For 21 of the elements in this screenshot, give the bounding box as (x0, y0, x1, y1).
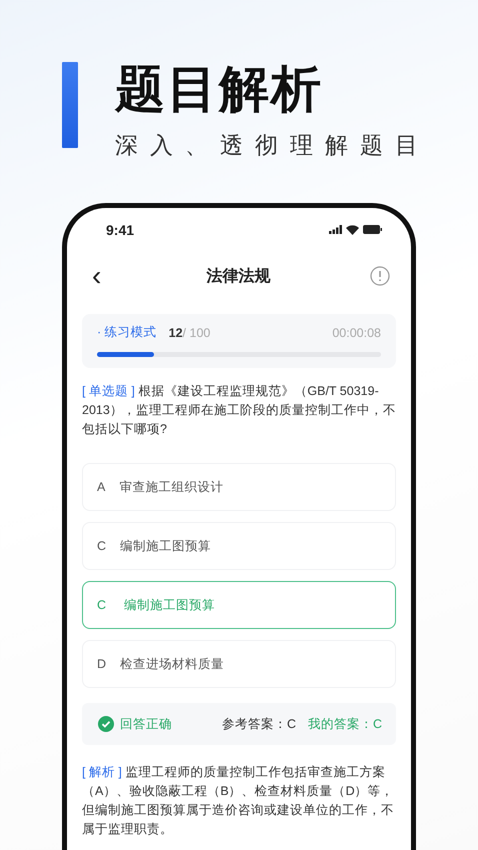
question-text: [ 单选题 ] 根据《建设工程监理规范》（GB/T 50319-2013），监理工程师在施工阶段的质量控制工作中，不包括以下哪项? (82, 383, 396, 438)
question-count: 12 (168, 326, 183, 340)
timer: 00:00:08 (332, 326, 381, 340)
practice-mode-label: · 练习模式 (97, 324, 157, 341)
info-icon[interactable] (370, 266, 390, 286)
reference-answer: 参考答案：C (222, 716, 296, 732)
answer-option[interactable]: C 编制施工图预算 (82, 522, 396, 570)
answer-option[interactable]: A 审查施工组织设计 (82, 463, 396, 511)
result-status: 回答正确 (120, 716, 172, 732)
my-answer: 我的答案：C (308, 716, 382, 732)
question-total: / 100 (182, 326, 210, 340)
page-title: 法律法规 (206, 266, 271, 286)
promo-title: 题目解析 (115, 62, 324, 116)
status-time: 9:41 (106, 222, 134, 238)
battery-icon (363, 225, 382, 234)
promo-subtitle: 深入、透彻理解题目 (115, 131, 430, 160)
wifi-icon (346, 225, 359, 235)
signal-icon (329, 225, 342, 234)
back-button[interactable]: ‹ (86, 261, 108, 291)
explanation-text: [ 解析 ] 监理工程师的质量控制工作包括审查施工方案（A）、验收隐蔽工程（B）、检查材料质量（D）等，但编制施工图预算属于造价咨询或建设单位的工作，不属于监理职责。 (82, 764, 395, 838)
answer-option[interactable]: D 检查进场材料质量 (82, 640, 396, 688)
